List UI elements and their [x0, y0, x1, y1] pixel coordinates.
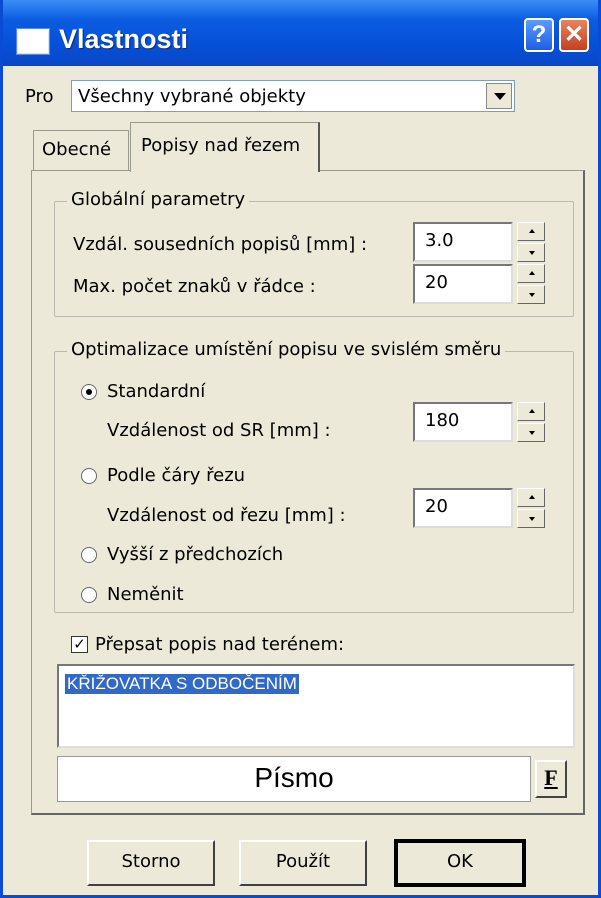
global-params-title: Globální parametry [67, 189, 250, 210]
radio-nemenit[interactable] [81, 587, 97, 603]
spin-up-icon[interactable] [517, 488, 545, 507]
radio-vyssi-label[interactable]: Vyšší z předchozích [107, 544, 283, 565]
radio-vyssi[interactable] [81, 547, 97, 563]
help-button[interactable]: ? [524, 18, 554, 52]
tab-popisy-nad-rezem[interactable]: Popisy nad řezem [130, 122, 320, 172]
spin-down-icon[interactable] [517, 423, 545, 442]
spin-down-icon[interactable] [517, 285, 545, 304]
optimization-title: Optimalizace umístění popisu ve svislém … [67, 339, 506, 360]
spacing-spinner[interactable] [517, 222, 545, 262]
window-icon [17, 29, 49, 54]
font-button[interactable]: F [535, 760, 567, 798]
spin-up-icon[interactable] [517, 264, 545, 283]
pro-select-value: Všechny vybrané objekty [78, 86, 306, 107]
radio-nemenit-label[interactable]: Neměnit [107, 584, 184, 605]
override-checkbox[interactable]: ✓ [71, 636, 88, 653]
spin-up-icon[interactable] [517, 222, 545, 241]
cancel-button[interactable]: Storno [87, 840, 215, 886]
override-label[interactable]: Přepsat popis nad terénem: [95, 634, 344, 655]
spin-up-icon[interactable] [517, 402, 545, 421]
sr-distance-spinner[interactable] [517, 402, 545, 442]
pro-label: Pro [25, 86, 54, 107]
title-bar[interactable]: Vlastnosti ? ✕ [3, 0, 598, 66]
apply-button[interactable]: Použít [239, 840, 367, 886]
spin-down-icon[interactable] [517, 509, 545, 528]
spacing-input[interactable]: 3.0 [413, 222, 513, 262]
properties-dialog: Vlastnosti ? ✕ Pro Všechny vybrané objek… [0, 0, 601, 898]
maxchars-label: Max. počet znaků v řádce : [73, 276, 316, 297]
cut-distance-label: Vzdálenost od řezu [mm] : [107, 505, 346, 526]
window-title: Vlastnosti [59, 24, 189, 54]
override-text: KŘIŽOVATKA S ODBOČENÍM [65, 674, 299, 694]
override-textarea[interactable]: KŘIŽOVATKA S ODBOČENÍM [57, 664, 575, 748]
spin-down-icon[interactable] [517, 243, 545, 262]
sr-distance-label: Vzdálenost od SR [mm] : [107, 420, 331, 441]
radio-standardni[interactable] [81, 384, 97, 400]
radio-standardni-label[interactable]: Standardní [107, 381, 205, 402]
maxchars-spinner[interactable] [517, 264, 545, 304]
close-button[interactable]: ✕ [559, 18, 589, 52]
tab-obecne[interactable]: Obecné [33, 130, 129, 170]
radio-podle-cary[interactable] [81, 468, 97, 484]
ok-button[interactable]: OK [394, 839, 526, 887]
pro-select[interactable]: Všechny vybrané objekty [71, 80, 515, 112]
dropdown-arrow-icon[interactable] [486, 83, 512, 109]
spacing-label: Vzdál. sousedních popisů [mm] : [73, 234, 368, 255]
cut-distance-spinner[interactable] [517, 488, 545, 528]
maxchars-input[interactable]: 20 [413, 264, 513, 304]
cut-distance-input[interactable]: 20 [413, 488, 513, 528]
sr-distance-input[interactable]: 180 [413, 402, 513, 442]
font-preview: Písmo [57, 756, 531, 802]
radio-podle-cary-label[interactable]: Podle čáry řezu [107, 465, 245, 486]
